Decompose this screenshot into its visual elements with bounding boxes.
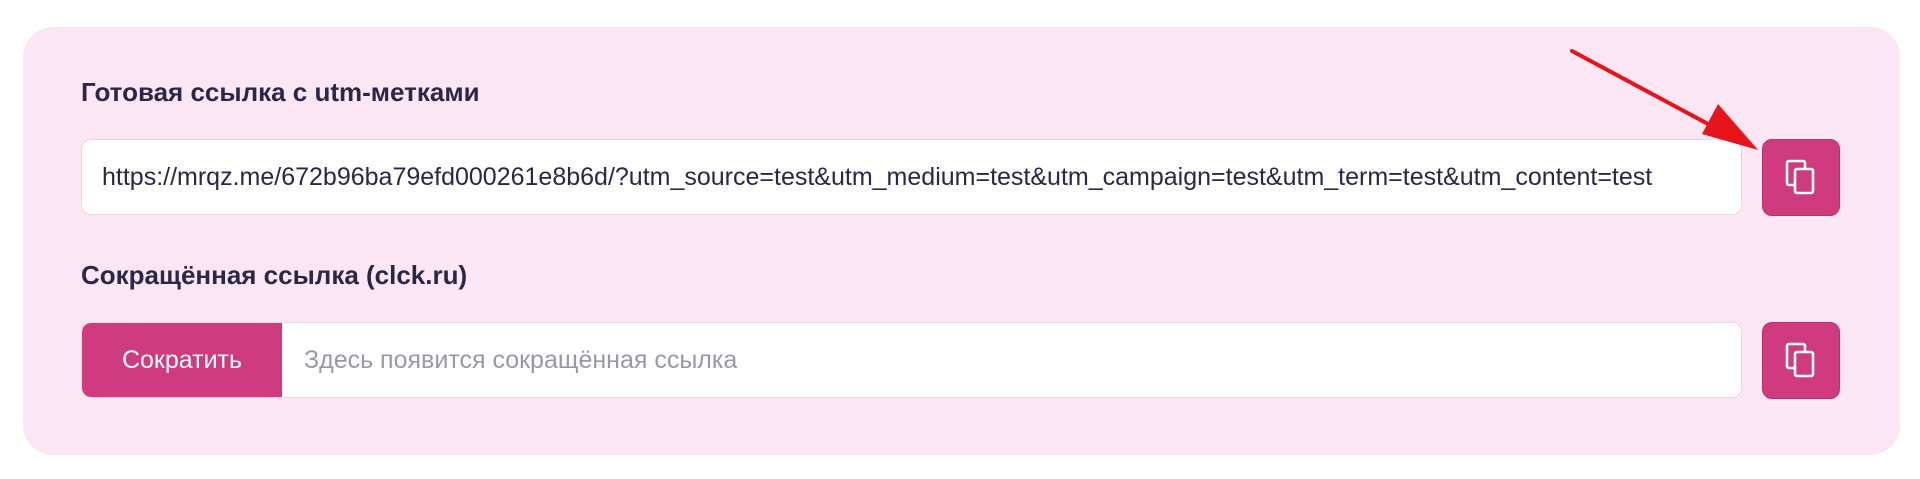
short-link-input[interactable] (282, 323, 1741, 397)
full-link-field[interactable]: https://mrqz.me/672b96ba79efd000261e8b6d… (81, 139, 1742, 215)
shorten-button[interactable]: Сократить (82, 323, 282, 397)
short-link-label: Сокращённая ссылка (clck.ru) (81, 260, 468, 290)
copy-short-link-button[interactable] (1762, 322, 1840, 399)
short-link-field: Сократить (81, 322, 1742, 398)
full-link-value[interactable]: https://mrqz.me/672b96ba79efd000261e8b6d… (102, 140, 1727, 214)
copy-icon (1785, 342, 1815, 377)
copy-full-link-button[interactable] (1762, 139, 1840, 216)
copy-icon (1785, 159, 1815, 194)
full-link-label: Готовая ссылка с utm-метками (81, 77, 480, 107)
